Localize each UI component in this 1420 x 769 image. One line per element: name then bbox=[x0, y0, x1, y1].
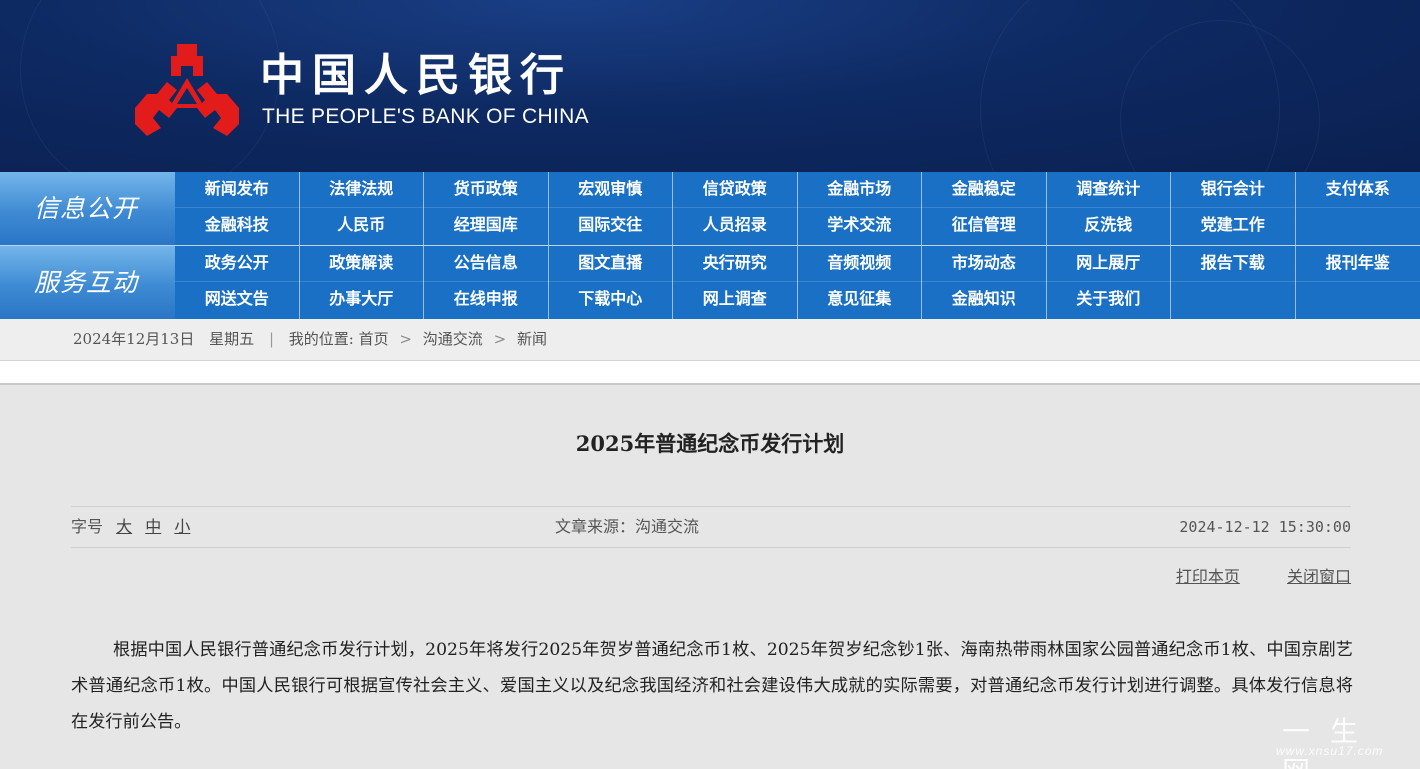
breadcrumb-link-news[interactable]: 新闻 bbox=[517, 330, 547, 348]
article-title: 2025年普通纪念币发行计划 bbox=[575, 431, 845, 456]
nav-item[interactable]: 法律法规 bbox=[300, 172, 424, 208]
chevron-right-icon: > bbox=[493, 330, 507, 348]
nav-item[interactable]: 报刊年鉴 bbox=[1296, 246, 1420, 282]
font-size-small-button[interactable]: 小 bbox=[174, 517, 190, 536]
nav-item[interactable]: 市场动态 bbox=[922, 246, 1047, 282]
article-source: 文章来源：沟通交流 bbox=[555, 517, 700, 536]
nav-section-label: 信息公开 bbox=[0, 172, 175, 245]
nav-item[interactable]: 党建工作 bbox=[1171, 208, 1296, 245]
nav-item[interactable]: 政策解读 bbox=[300, 246, 424, 282]
nav-item[interactable]: 下载中心 bbox=[549, 282, 673, 319]
nav-item[interactable]: 在线申报 bbox=[424, 282, 549, 319]
nav-item[interactable]: 学术交流 bbox=[798, 208, 922, 245]
nav-item[interactable]: 意见征集 bbox=[798, 282, 922, 319]
nav-item[interactable]: 关于我们 bbox=[1047, 282, 1171, 319]
nav-section-service-interaction: 服务互动 政务公开 政策解读 公告信息 图文直播 央行研究 音频视频 市场动态 … bbox=[0, 246, 1420, 319]
font-size-medium-button[interactable]: 中 bbox=[145, 517, 161, 536]
breadcrumb-separator: | bbox=[268, 330, 274, 348]
print-page-link[interactable]: 打印本页 bbox=[1176, 567, 1240, 586]
article-body: 根据中国人民银行普通纪念币发行计划，2025年将发行2025年贺岁普通纪念币1枚… bbox=[71, 640, 1353, 732]
nav-item[interactable]: 金融市场 bbox=[798, 172, 922, 208]
nav-item-empty bbox=[1296, 282, 1420, 319]
nav-item[interactable]: 音频视频 bbox=[798, 246, 922, 282]
breadcrumb-link-communication[interactable]: 沟通交流 bbox=[423, 330, 483, 348]
nav-item[interactable]: 网上调查 bbox=[673, 282, 798, 319]
pboc-logo-icon[interactable] bbox=[133, 42, 241, 138]
breadcrumb-link-home[interactable]: 首页 bbox=[359, 330, 389, 348]
nav-item[interactable]: 金融科技 bbox=[175, 208, 300, 245]
nav-item[interactable]: 央行研究 bbox=[673, 246, 798, 282]
nav-item[interactable]: 报告下载 bbox=[1171, 246, 1296, 282]
breadcrumb: 2024年12月13日 星期五 | 我的位置: 首页 > 沟通交流 > 新闻 bbox=[0, 319, 1420, 361]
font-size-large-button[interactable]: 大 bbox=[116, 517, 132, 536]
nav-section-label: 服务互动 bbox=[0, 246, 175, 319]
nav-item[interactable]: 办事大厅 bbox=[300, 282, 424, 319]
font-size-controls: 字号 大 中 小 bbox=[71, 507, 190, 547]
nav-item-empty bbox=[1296, 208, 1420, 245]
nav-item[interactable]: 调查统计 bbox=[1047, 172, 1171, 208]
article-tools: 打印本页 关闭窗口 bbox=[71, 563, 1351, 591]
nav-item[interactable]: 货币政策 bbox=[424, 172, 549, 208]
site-header: 中国人民银行 THE PEOPLE'S BANK OF CHINA bbox=[0, 0, 1420, 172]
nav-item[interactable]: 人民币 bbox=[300, 208, 424, 245]
nav-section-info-disclosure: 信息公开 新闻发布 法律法规 货币政策 宏观审慎 信贷政策 金融市场 金融稳定 … bbox=[0, 172, 1420, 245]
nav-item[interactable]: 网上展厅 bbox=[1047, 246, 1171, 282]
watermark: 一生网 www.xnsu17.com bbox=[1272, 710, 1412, 769]
article-datetime: 2024-12-12 15:30:00 bbox=[1179, 518, 1351, 536]
nav-item-empty bbox=[1171, 282, 1296, 319]
nav-item[interactable]: 网送文告 bbox=[175, 282, 300, 319]
current-date: 2024年12月13日 bbox=[73, 330, 195, 348]
nav-item[interactable]: 支付体系 bbox=[1296, 172, 1420, 208]
nav-item[interactable]: 图文直播 bbox=[549, 246, 673, 282]
nav-item[interactable]: 人员招录 bbox=[673, 208, 798, 245]
font-size-label: 字号 bbox=[71, 517, 104, 536]
nav-item[interactable]: 金融知识 bbox=[922, 282, 1047, 319]
watermark-text: 一生网 bbox=[1282, 715, 1379, 769]
nav-item[interactable]: 反洗钱 bbox=[1047, 208, 1171, 245]
nav-item[interactable]: 金融稳定 bbox=[922, 172, 1047, 208]
nav-item[interactable]: 新闻发布 bbox=[175, 172, 300, 208]
site-name-cn: 中国人民银行 bbox=[260, 50, 572, 101]
location-label: 我的位置: bbox=[288, 330, 354, 348]
current-weekday: 星期五 bbox=[209, 330, 255, 348]
nav-item[interactable]: 信贷政策 bbox=[673, 172, 798, 208]
nav-item[interactable]: 经理国库 bbox=[424, 208, 549, 245]
nav-item[interactable]: 国际交往 bbox=[549, 208, 673, 245]
close-window-link[interactable]: 关闭窗口 bbox=[1287, 567, 1351, 586]
article-meta-bar: 字号 大 中 小 文章来源：沟通交流 2024-12-12 15:30:00 bbox=[71, 506, 1351, 548]
chevron-right-icon: > bbox=[399, 330, 412, 348]
nav-item[interactable]: 公告信息 bbox=[424, 246, 549, 282]
nav-item[interactable]: 征信管理 bbox=[922, 208, 1047, 245]
watermark-url: www.xnsu17.com bbox=[1276, 744, 1384, 758]
site-name-en: THE PEOPLE'S BANK OF CHINA bbox=[262, 105, 589, 128]
content-top-divider bbox=[0, 361, 1420, 385]
nav-item[interactable]: 银行会计 bbox=[1171, 172, 1296, 208]
nav-item[interactable]: 宏观审慎 bbox=[549, 172, 673, 208]
nav-item[interactable]: 政务公开 bbox=[175, 246, 300, 282]
